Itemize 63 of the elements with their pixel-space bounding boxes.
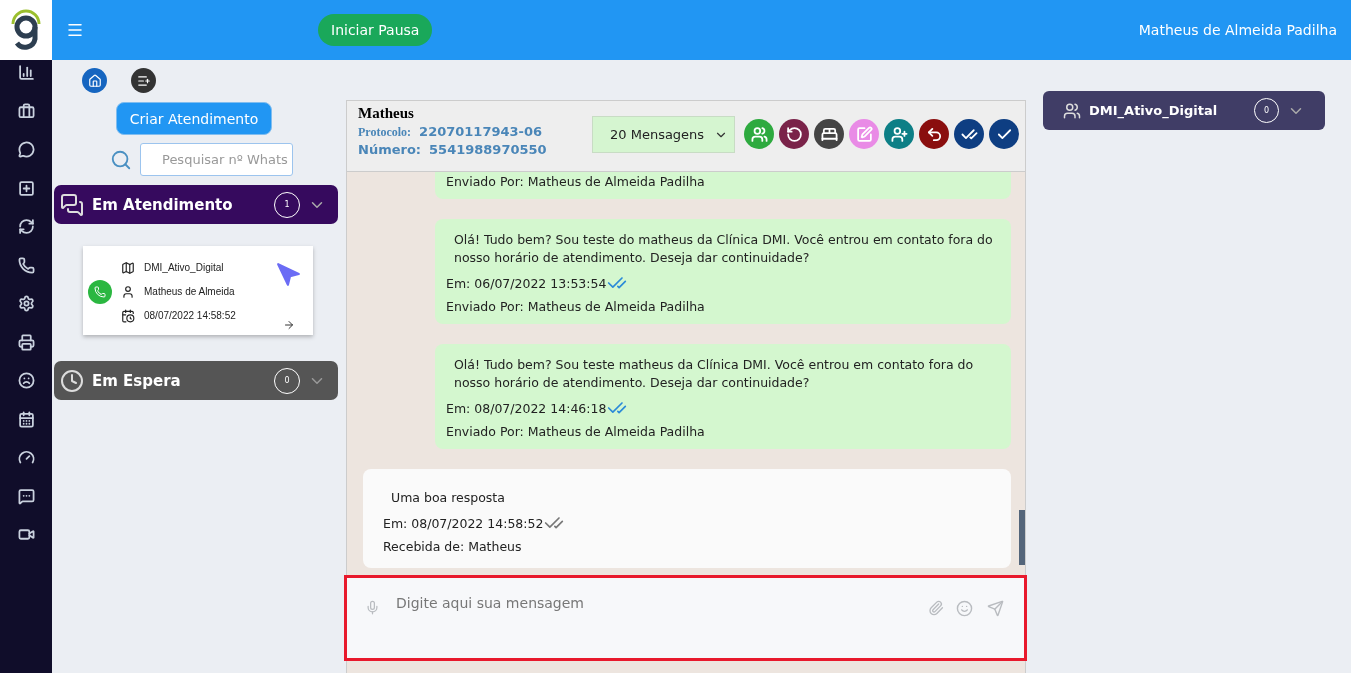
- speech-bubble-icon[interactable]: [17, 487, 35, 505]
- protocol-number: 22070117943-06: [419, 124, 543, 139]
- search-icon[interactable]: [110, 148, 132, 171]
- check-icon[interactable]: [989, 119, 1019, 149]
- video-camera-icon[interactable]: [17, 526, 35, 543]
- card-date: 08/07/2022 14:58:52: [144, 310, 236, 321]
- message-text: Olá! Tudo bem? Sou teste do matheus da Clínica DMI. Você entrou em contato fora do nosso horário de atendimento. Deseja dar continuidade?: [453, 231, 994, 267]
- message-sender: Recebida de: Matheus: [383, 539, 523, 554]
- message-input[interactable]: Digite aqui sua mensagem: [394, 594, 916, 612]
- message-time: Em: 08/07/2022 14:58:52: [383, 515, 544, 531]
- clock-icon: [60, 368, 84, 393]
- group-icon[interactable]: [744, 119, 774, 149]
- arrow-right-icon[interactable]: [283, 319, 295, 331]
- group-title: Em Atendimento: [92, 195, 233, 214]
- gauge-icon[interactable]: [17, 449, 35, 466]
- bed-icon[interactable]: [814, 119, 844, 149]
- double-check-icon[interactable]: [954, 119, 984, 149]
- group-header[interactable]: Em Espera 0: [54, 361, 338, 400]
- user-cycle-icon[interactable]: [779, 119, 809, 149]
- whatsapp-icon: [88, 279, 112, 304]
- settings-icon[interactable]: [17, 295, 35, 312]
- phone-number: 5541988970550: [429, 142, 547, 157]
- user-icon: [121, 284, 135, 299]
- face-icon[interactable]: [17, 372, 35, 389]
- protocol-label: Protocolo:: [358, 125, 412, 140]
- message-text: Uma boa resposta: [390, 489, 506, 507]
- message-count-select[interactable]: 20 Mensagens: [592, 116, 735, 153]
- menu-icon[interactable]: [66, 21, 84, 39]
- message-sender: Enviado Por: Matheus de Almeida Padilha: [446, 299, 706, 314]
- paperclip-icon[interactable]: [928, 600, 944, 616]
- contact-name: Matheus de Almeida: [144, 286, 235, 297]
- scrollbar[interactable]: [1019, 510, 1025, 565]
- calendar-icon: [121, 308, 135, 323]
- search-field[interactable]: Pesquisar nº Whats: [140, 143, 293, 176]
- conversation-card[interactable]: DMI_Ativo_Digital Matheus de Almeida 08/07/2022 14:58:52: [83, 246, 313, 335]
- message-sender: Enviado Por: Matheus de Almeida Padilha: [446, 174, 706, 189]
- home-icon[interactable]: [82, 68, 107, 93]
- list-add-icon[interactable]: [131, 68, 156, 93]
- message-time: Em: 06/07/2022 13:53:54: [446, 275, 607, 291]
- phone-icon[interactable]: [17, 256, 35, 274]
- printer-icon[interactable]: [17, 333, 35, 351]
- map-icon: [121, 260, 135, 275]
- message-text: Olá! Tudo bem? Sou teste matheus da Clínica DMI. Você entrou em contato fora do nosso horário de atendimento. Deseja dar continuidade?: [453, 356, 975, 392]
- contact-name: Matheus: [358, 105, 415, 122]
- queue-header[interactable]: DMI_Ativo_Digital 0: [1043, 91, 1325, 130]
- pointer-arrow-icon: [276, 262, 302, 288]
- chat-bubbles-icon: [60, 192, 84, 217]
- chat-bubble-icon[interactable]: [17, 141, 35, 158]
- queue-name: DMI_Ativo_Digital: [144, 262, 224, 273]
- message-time: Em: 08/07/2022 14:46:18: [446, 400, 607, 416]
- calendar-icon[interactable]: [17, 410, 35, 428]
- plus-square-icon[interactable]: [17, 179, 35, 197]
- group-title: Em Espera: [92, 371, 181, 390]
- people-icon: [1063, 101, 1081, 120]
- briefcase-icon[interactable]: [17, 102, 35, 120]
- user-name: Matheus de Almeida Padilha: [1138, 22, 1337, 38]
- add-user-icon[interactable]: [884, 119, 914, 149]
- refresh-icon[interactable]: [17, 218, 35, 235]
- number-label: Número:: [358, 142, 422, 157]
- chart-icon[interactable]: [17, 64, 35, 81]
- message-sender: Enviado Por: Matheus de Almeida Padilha: [446, 424, 706, 439]
- group-header[interactable]: Em Atendimento 1: [54, 185, 338, 224]
- queue-name: DMI_Ativo_Digital: [1089, 103, 1218, 118]
